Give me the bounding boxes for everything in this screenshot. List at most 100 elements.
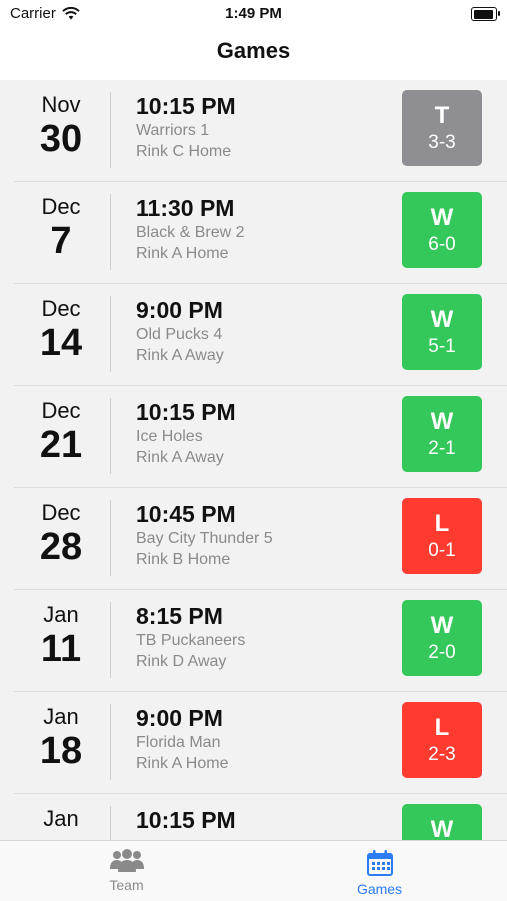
result-badge: T 3-3	[402, 90, 482, 166]
game-row[interactable]: Dec 7 11:30 PM Black & Brew 2 Rink A Hom…	[14, 182, 507, 284]
game-time: 10:45 PM	[136, 501, 236, 527]
game-info: 8:15 PM TB Puckaneers Rink D Away	[136, 602, 245, 672]
game-row[interactable]: Dec 28 10:45 PM Bay City Thunder 5 Rink …	[14, 488, 507, 590]
result-score: 0-1	[428, 540, 456, 561]
game-opponent: Old Pucks 4	[136, 326, 223, 343]
game-day: 18	[39, 730, 83, 772]
game-row[interactable]: Dec 21 10:15 PM Ice Holes Rink A Away W …	[14, 386, 507, 488]
game-info: 10:15 PM Ice Holes Rink A Away	[136, 398, 236, 468]
result-score: 2-3	[428, 744, 456, 765]
game-date: Dec 28	[0, 500, 122, 568]
game-time: 9:00 PM	[136, 297, 223, 323]
tab-team[interactable]: Team	[0, 841, 253, 901]
row-divider	[110, 92, 111, 168]
game-row[interactable]: Nov 30 10:15 PM Warriors 1 Rink C Home T…	[14, 80, 507, 182]
game-info: 10:15 PM	[136, 806, 236, 834]
row-divider	[110, 500, 111, 576]
tab-games[interactable]: Games	[253, 841, 506, 901]
result-letter: T	[434, 102, 450, 129]
game-month: Dec	[41, 398, 81, 423]
game-row[interactable]: Jan 10:15 PM W	[14, 794, 507, 840]
game-info: 9:00 PM Florida Man Rink A Home	[136, 704, 228, 774]
result-badge: W	[402, 804, 482, 840]
game-row[interactable]: Dec 14 9:00 PM Old Pucks 4 Rink A Away W…	[14, 284, 507, 386]
result-letter: W	[430, 408, 454, 435]
result-score: 2-0	[428, 642, 456, 663]
game-month: Jan	[43, 704, 79, 729]
result-letter: W	[430, 612, 454, 639]
game-day: 7	[50, 220, 72, 262]
game-row[interactable]: Jan 18 9:00 PM Florida Man Rink A Home L…	[14, 692, 507, 794]
game-date: Nov 30	[0, 92, 122, 160]
row-divider	[110, 398, 111, 474]
game-day: 14	[39, 322, 83, 364]
game-info: 10:15 PM Warriors 1 Rink C Home	[136, 92, 236, 162]
game-opponent: Florida Man	[136, 734, 221, 751]
game-rink: Rink A Away	[136, 449, 224, 466]
game-time: 11:30 PM	[136, 195, 235, 221]
game-opponent: TB Puckaneers	[136, 632, 246, 649]
game-opponent: Black & Brew 2	[136, 224, 245, 241]
result-badge: L 0-1	[402, 498, 482, 574]
game-row[interactable]: Jan 11 8:15 PM TB Puckaneers Rink D Away…	[14, 590, 507, 692]
games-list[interactable]: Nov 30 10:15 PM Warriors 1 Rink C Home T…	[0, 80, 507, 840]
status-bar: Carrier 1:49 PM	[0, 0, 507, 28]
calendar-icon	[366, 850, 393, 876]
result-badge: W 5-1	[402, 294, 482, 370]
result-letter: W	[430, 306, 454, 333]
team-icon	[109, 849, 144, 872]
game-month: Dec	[41, 296, 81, 321]
tab-team-label: Team	[109, 877, 144, 893]
row-divider	[110, 194, 111, 270]
game-info: 10:45 PM Bay City Thunder 5 Rink B Home	[136, 500, 273, 570]
game-rink: Rink A Away	[136, 347, 224, 364]
game-opponent: Ice Holes	[136, 428, 203, 445]
result-letter: L	[434, 714, 450, 741]
result-badge: W 6-0	[402, 192, 482, 268]
result-letter: W	[430, 816, 454, 841]
row-divider	[110, 806, 111, 840]
result-letter: W	[430, 204, 454, 231]
game-date: Dec 14	[0, 296, 122, 364]
game-time: 9:00 PM	[136, 705, 223, 731]
game-date: Dec 21	[0, 398, 122, 466]
game-info: 11:30 PM Black & Brew 2 Rink A Home	[136, 194, 244, 264]
result-badge: W 2-0	[402, 600, 482, 676]
game-date: Jan 11	[0, 602, 122, 670]
game-time: 10:15 PM	[136, 93, 236, 119]
result-score: 3-3	[428, 132, 456, 153]
game-month: Dec	[41, 500, 81, 525]
game-day: 21	[39, 424, 83, 466]
game-day: 28	[39, 526, 83, 568]
game-month: Nov	[41, 92, 81, 117]
page-title: Games	[216, 38, 291, 63]
game-opponent: Bay City Thunder 5	[136, 530, 273, 547]
game-month: Jan	[43, 806, 79, 831]
row-divider	[110, 602, 111, 678]
game-rink: Rink C Home	[136, 143, 232, 160]
game-time: 10:15 PM	[136, 399, 236, 425]
game-rink: Rink B Home	[136, 551, 231, 568]
result-score: 6-0	[428, 234, 456, 255]
result-badge: W 2-1	[402, 396, 482, 472]
game-month: Dec	[41, 194, 81, 219]
game-opponent: Warriors 1	[136, 122, 210, 139]
game-rink: Rink D Away	[136, 653, 227, 670]
game-rink: Rink A Home	[136, 245, 229, 262]
game-rink: Rink A Home	[136, 755, 229, 772]
row-divider	[110, 704, 111, 780]
game-time: 8:15 PM	[136, 603, 223, 629]
navigation-bar: Games	[0, 28, 507, 81]
game-info: 9:00 PM Old Pucks 4 Rink A Away	[136, 296, 224, 366]
tab-games-label: Games	[356, 881, 403, 897]
game-month: Jan	[43, 602, 79, 627]
status-time: 1:49 PM	[225, 5, 282, 22]
battery-icon	[471, 7, 500, 21]
game-date: Jan 18	[0, 704, 122, 772]
result-score: 2-1	[428, 438, 456, 459]
game-date: Dec 7	[0, 194, 122, 262]
tab-bar: Team Games	[0, 840, 507, 901]
row-divider	[110, 296, 111, 372]
result-badge: L 2-3	[402, 702, 482, 778]
result-score: 5-1	[428, 336, 456, 357]
